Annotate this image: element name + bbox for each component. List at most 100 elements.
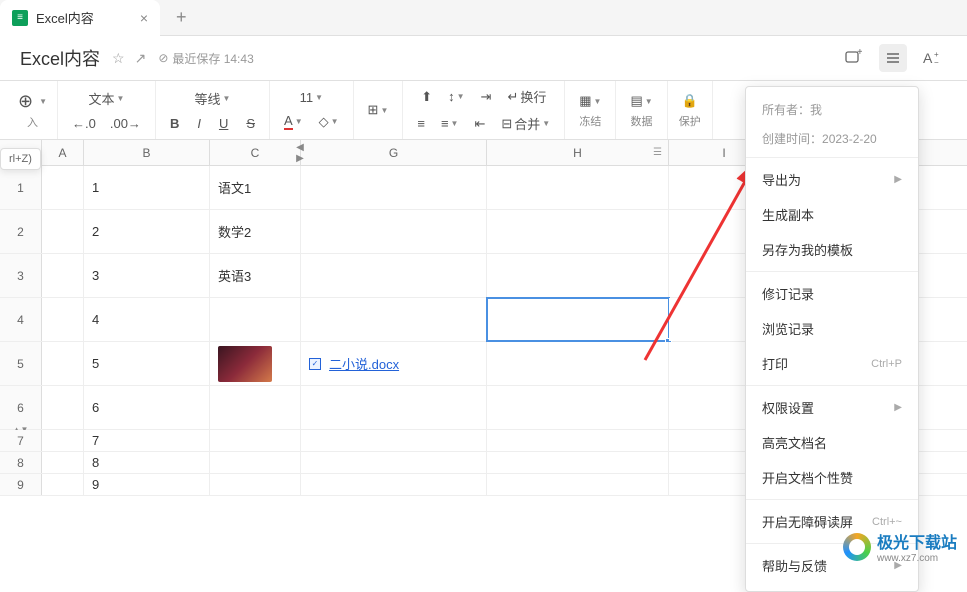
menu-item[interactable]: 修订记录	[746, 276, 918, 311]
cell[interactable]	[301, 166, 487, 209]
protect-button[interactable]: 🔒	[678, 91, 702, 111]
cell[interactable]	[301, 210, 487, 253]
outdent-button[interactable]: ⇤	[470, 114, 489, 134]
add-circle-icon[interactable]: ⊕	[18, 91, 33, 112]
cell[interactable]: 7	[84, 430, 210, 451]
cell[interactable]	[301, 254, 487, 297]
cell[interactable]: 英语3	[210, 254, 301, 297]
row-header[interactable]: 6▲▼	[0, 386, 42, 429]
col-header-C[interactable]: C◀ ▶	[210, 140, 301, 165]
cell[interactable]: 8	[84, 452, 210, 473]
embedded-image[interactable]	[218, 346, 272, 382]
italic-button[interactable]: I	[193, 114, 205, 133]
cell[interactable]: 5	[84, 342, 210, 385]
menu-item[interactable]: 生成副本	[746, 197, 918, 232]
cell[interactable]: 语文1	[210, 166, 301, 209]
align-center-button[interactable]: ≡▼	[437, 114, 463, 133]
menu-item[interactable]: 浏览记录	[746, 311, 918, 346]
cell[interactable]	[301, 452, 487, 473]
browser-tab[interactable]: ≡ Excel内容 ×	[0, 0, 160, 36]
font-family-dropdown[interactable]: 等线▼	[191, 87, 235, 110]
chevron-down-icon[interactable]: ▼	[39, 97, 47, 106]
cell[interactable]	[487, 254, 669, 297]
indent-button[interactable]: ⇥	[477, 87, 496, 107]
format-dropdown[interactable]: 文本▼	[85, 87, 129, 110]
save-status[interactable]: ⊘ 最近保存 14:43	[158, 50, 253, 67]
underline-button[interactable]: U	[215, 114, 232, 133]
wrap-text-button[interactable]: ↵ 换行	[503, 85, 550, 108]
cell[interactable]: 6	[84, 386, 210, 429]
close-icon[interactable]: ×	[140, 10, 148, 26]
cell[interactable]	[487, 474, 669, 495]
cell[interactable]	[42, 474, 84, 495]
cell[interactable]	[301, 386, 487, 429]
align-left-button[interactable]: ≡	[413, 114, 429, 133]
col-header-G[interactable]: G	[301, 140, 487, 165]
star-icon[interactable]: ☆	[112, 50, 125, 67]
filter-icon[interactable]: ☰	[653, 147, 662, 158]
bold-button[interactable]: B	[166, 114, 183, 133]
cell[interactable]	[487, 210, 669, 253]
freeze-button[interactable]: ▦▼	[575, 91, 605, 111]
cell[interactable]	[210, 342, 301, 385]
cell[interactable]	[42, 386, 84, 429]
cell[interactable]	[301, 474, 487, 495]
col-header-B[interactable]: B	[84, 140, 210, 165]
cell[interactable]	[42, 166, 84, 209]
add-comment-button[interactable]: +	[839, 44, 867, 72]
cell[interactable]	[487, 430, 669, 451]
font-color-button[interactable]: A▼	[280, 111, 307, 132]
file-link[interactable]: 二小说.docx	[329, 354, 399, 373]
menu-item[interactable]: 开启文档个性赞	[746, 460, 918, 495]
row-header[interactable]: 3	[0, 254, 42, 297]
row-header[interactable]: 5	[0, 342, 42, 385]
cell[interactable]	[42, 452, 84, 473]
cell[interactable]	[210, 474, 301, 495]
menu-item[interactable]: 导出为▶	[746, 162, 918, 197]
border-button[interactable]: ⊞▼	[364, 100, 393, 120]
cell[interactable]	[487, 452, 669, 473]
row-header[interactable]: 4	[0, 298, 42, 341]
fill-color-button[interactable]: ◇▼	[315, 112, 343, 132]
col-header-A[interactable]: A	[42, 140, 84, 165]
font-size-button[interactable]: A+−	[919, 44, 947, 72]
cell[interactable]: 数学2	[210, 210, 301, 253]
data-button[interactable]: ▤▼	[626, 91, 656, 111]
cell[interactable]: 9	[84, 474, 210, 495]
row-header[interactable]: 2	[0, 210, 42, 253]
doc-title[interactable]: Excel内容	[20, 45, 100, 71]
menu-item[interactable]: 权限设置▶	[746, 390, 918, 425]
menu-item[interactable]: 另存为我的模板	[746, 232, 918, 267]
cell[interactable]: ✓ 二小说.docx	[301, 342, 487, 385]
font-size-dropdown[interactable]: 11▼	[296, 88, 327, 107]
align-middle-button[interactable]: ↕▼	[444, 87, 468, 106]
cell[interactable]	[210, 430, 301, 451]
cell[interactable]	[487, 166, 669, 209]
cell[interactable]	[210, 386, 301, 429]
merge-cells-button[interactable]: ⊟ 合并▼	[497, 112, 554, 135]
col-header-H[interactable]: H☰	[487, 140, 669, 165]
cell[interactable]: 2	[84, 210, 210, 253]
row-header[interactable]: 9	[0, 474, 42, 495]
cell[interactable]: 3	[84, 254, 210, 297]
cell[interactable]	[42, 430, 84, 451]
cell[interactable]	[42, 254, 84, 297]
menu-item[interactable]: 打印Ctrl+P	[746, 346, 918, 381]
row-header[interactable]: 7	[0, 430, 42, 451]
increase-decimal-button[interactable]: .00→	[106, 114, 145, 133]
decrease-decimal-button[interactable]: ←.0	[68, 114, 100, 133]
cell[interactable]	[210, 298, 301, 341]
strikethrough-button[interactable]: S	[242, 114, 259, 133]
hamburger-menu-button[interactable]	[879, 44, 907, 72]
cell[interactable]	[42, 342, 84, 385]
cell[interactable]: 4	[84, 298, 210, 341]
move-icon[interactable]: ↗	[135, 50, 147, 67]
cell[interactable]	[301, 430, 487, 451]
menu-item[interactable]: 高亮文档名	[746, 425, 918, 460]
checkbox-icon[interactable]: ✓	[309, 358, 321, 370]
align-top-button[interactable]: ⬆	[417, 87, 436, 107]
cell[interactable]	[487, 386, 669, 429]
cell[interactable]	[210, 452, 301, 473]
cell[interactable]: 1	[84, 166, 210, 209]
cell[interactable]	[42, 210, 84, 253]
